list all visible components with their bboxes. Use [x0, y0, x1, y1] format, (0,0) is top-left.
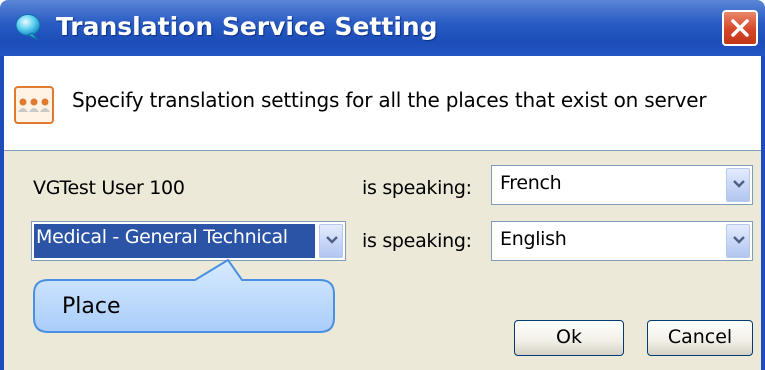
cancel-button[interactable]: Cancel	[647, 320, 753, 356]
language-value: English	[500, 228, 567, 250]
close-button[interactable]	[722, 10, 758, 46]
title-bar[interactable]: Translation Service Setting	[0, 0, 765, 56]
window-frame-right	[761, 56, 765, 370]
ok-button[interactable]: Ok	[514, 320, 624, 356]
callout-label: Place	[62, 294, 121, 319]
is-speaking-label: is speaking:	[362, 230, 472, 252]
window-title: Translation Service Setting	[56, 12, 438, 41]
dropdown-button[interactable]	[726, 168, 750, 202]
is-speaking-label: is speaking:	[362, 177, 472, 199]
language-value: French	[500, 172, 562, 194]
participant-label-user: VGTest User 100	[33, 177, 185, 199]
chevron-down-icon	[326, 236, 338, 244]
place-select[interactable]: Medical - General Technical	[31, 221, 346, 261]
description-text: Specify translation settings for all the…	[72, 88, 707, 112]
chat-bubble-icon	[14, 13, 42, 41]
chevron-down-icon	[733, 180, 745, 188]
chevron-down-icon	[733, 236, 745, 244]
description-header: Specify translation settings for all the…	[4, 56, 761, 151]
people-group-icon	[14, 86, 54, 124]
dropdown-button[interactable]	[319, 224, 343, 258]
cancel-label: Cancel	[667, 326, 733, 348]
place-value: Medical - General Technical	[36, 226, 288, 248]
language-select-user[interactable]: French	[491, 165, 753, 205]
language-select-place[interactable]: English	[491, 221, 753, 261]
ok-label: Ok	[556, 326, 582, 348]
translation-settings-dialog: Translation Service Setting Specify tran…	[0, 0, 765, 370]
dropdown-button[interactable]	[726, 224, 750, 258]
close-icon	[731, 19, 749, 37]
